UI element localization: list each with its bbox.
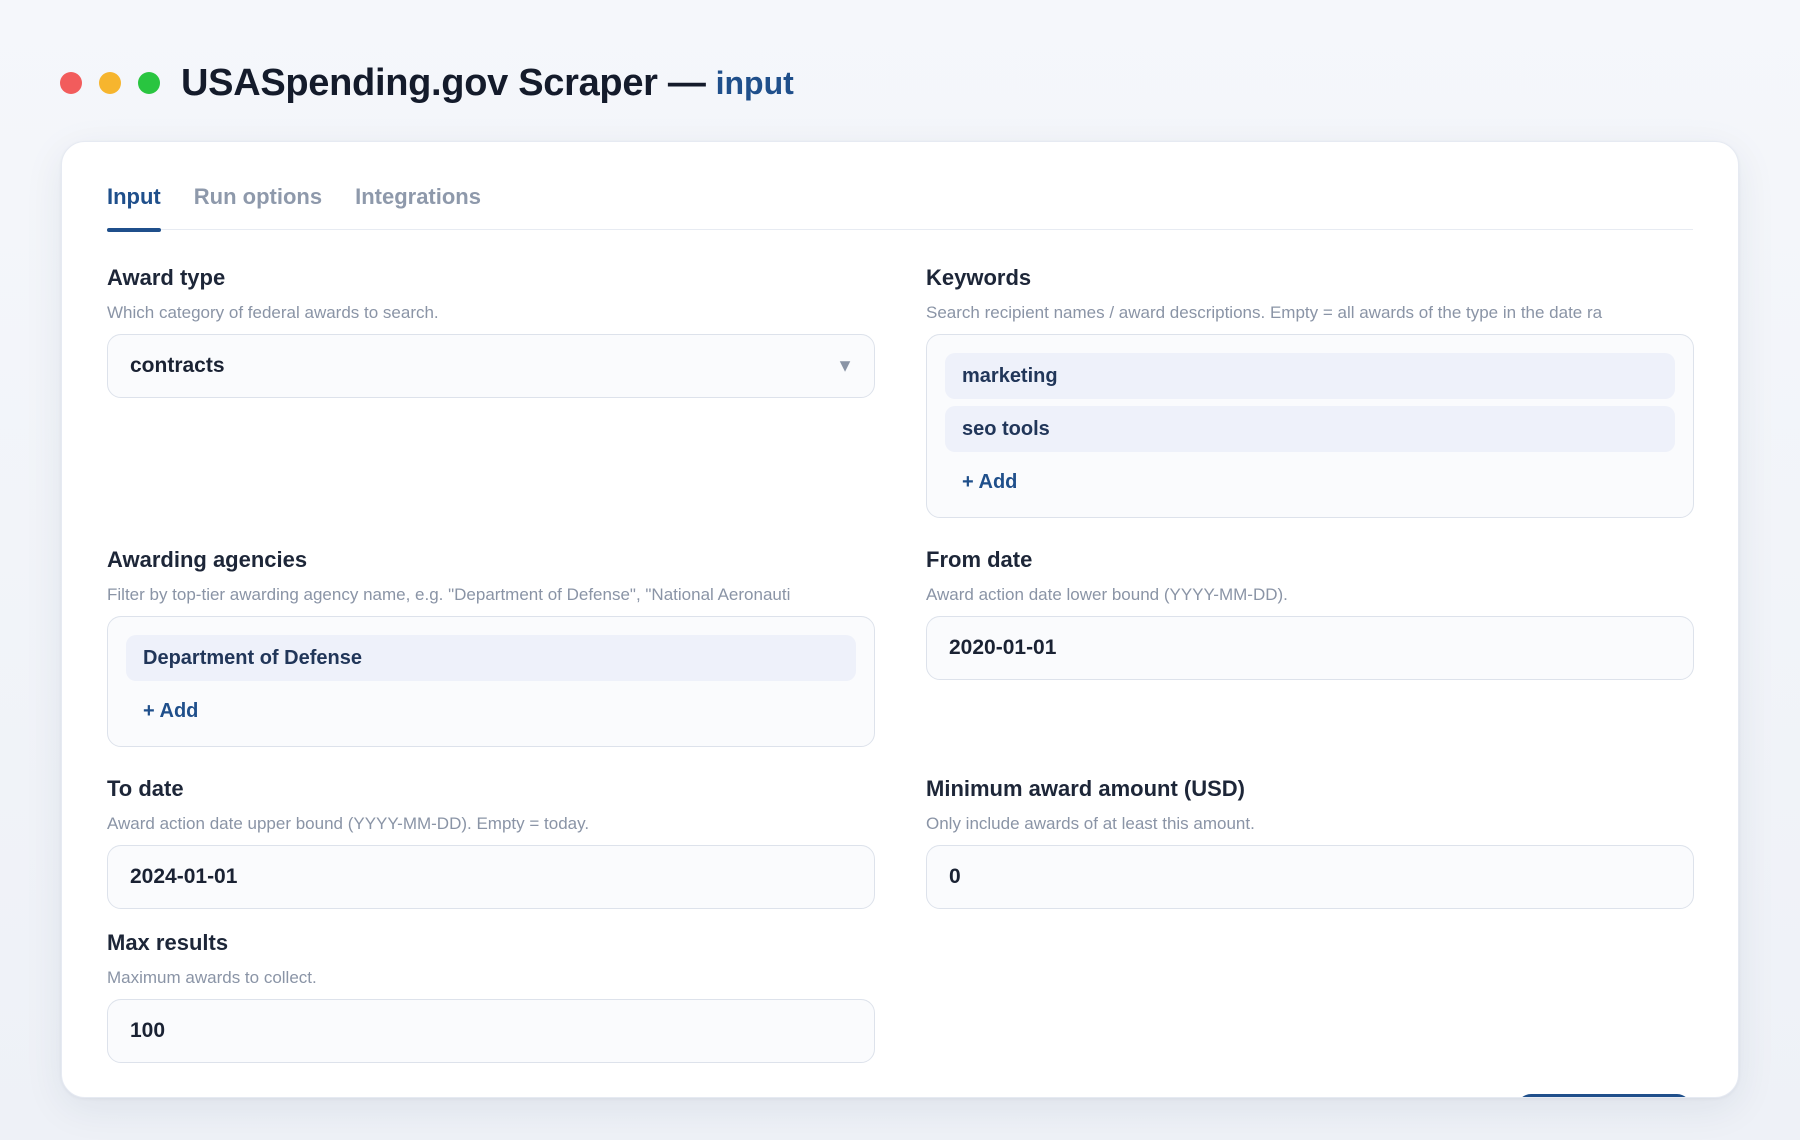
- keyword-item[interactable]: marketing: [945, 353, 1675, 399]
- max-results-help: Maximum awards to collect.: [107, 968, 317, 987]
- tab-run-options[interactable]: Run options: [194, 174, 322, 230]
- max-results-input[interactable]: 100: [107, 999, 875, 1063]
- min-amount-field: Minimum award amount (USD) Only include …: [926, 776, 1694, 909]
- from-date-label: From date: [926, 547, 1033, 572]
- agencies-field: Awarding agencies Filter by top-tier awa…: [107, 547, 875, 747]
- close-window-button[interactable]: [60, 72, 82, 94]
- max-results-label: Max results: [107, 930, 229, 955]
- window-titlebar: USASpending.gov Scraper — input: [60, 58, 794, 108]
- from-date-input[interactable]: 2020-01-01: [926, 616, 1694, 680]
- to-date-label: To date: [107, 776, 184, 801]
- window-subtitle: input: [715, 64, 794, 101]
- award-type-select[interactable]: contracts ▼: [107, 334, 875, 398]
- from-date-field: From date Award action date lower bound …: [926, 547, 1694, 680]
- agency-item[interactable]: Department of Defense: [126, 635, 856, 681]
- minimize-window-button[interactable]: [99, 72, 121, 94]
- keywords-help: Search recipient names / award descripti…: [926, 303, 1603, 322]
- add-agency-button[interactable]: + Add: [126, 688, 856, 734]
- to-date-input[interactable]: 2024-01-01: [107, 845, 875, 909]
- to-date-help: Award action date upper bound (YYYY-MM-D…: [107, 814, 590, 833]
- min-amount-help: Only include awards of at least this amo…: [926, 814, 1255, 833]
- award-type-field: Award type Which category of federal awa…: [107, 265, 875, 398]
- min-amount-input[interactable]: 0: [926, 845, 1694, 909]
- maximize-window-button[interactable]: [138, 72, 160, 94]
- agencies-label: Awarding agencies: [107, 547, 308, 572]
- tab-bar: Input Run options Integrations: [107, 174, 1693, 232]
- keywords-label: Keywords: [926, 265, 1032, 290]
- start-button[interactable]: [1517, 1094, 1691, 1097]
- agencies-help: Filter by top-tier awarding agency name,…: [107, 585, 791, 604]
- max-results-field: Max results Maximum awards to collect. 1…: [107, 930, 875, 1063]
- tab-input[interactable]: Input: [107, 174, 161, 232]
- add-keyword-button[interactable]: + Add: [945, 459, 1675, 505]
- window-title: USASpending.gov Scraper —: [181, 61, 706, 104]
- award-type-help: Which category of federal awards to sear…: [107, 303, 439, 322]
- from-date-help: Award action date lower bound (YYYY-MM-D…: [926, 585, 1288, 604]
- agencies-list: Department of Defense + Add: [107, 616, 875, 747]
- tab-integrations[interactable]: Integrations: [355, 174, 481, 230]
- keywords-list: marketing seo tools + Add: [926, 334, 1694, 518]
- chevron-down-icon: ▼: [836, 355, 854, 376]
- keywords-field: Keywords Search recipient names / award …: [926, 265, 1694, 518]
- input-form-card: Input Run options Integrations Award typ…: [61, 141, 1739, 1098]
- keyword-item[interactable]: seo tools: [945, 406, 1675, 452]
- award-type-value: contracts: [130, 354, 225, 377]
- award-type-label: Award type: [107, 265, 226, 290]
- to-date-field: To date Award action date upper bound (Y…: [107, 776, 875, 909]
- min-amount-label: Minimum award amount (USD): [926, 776, 1246, 801]
